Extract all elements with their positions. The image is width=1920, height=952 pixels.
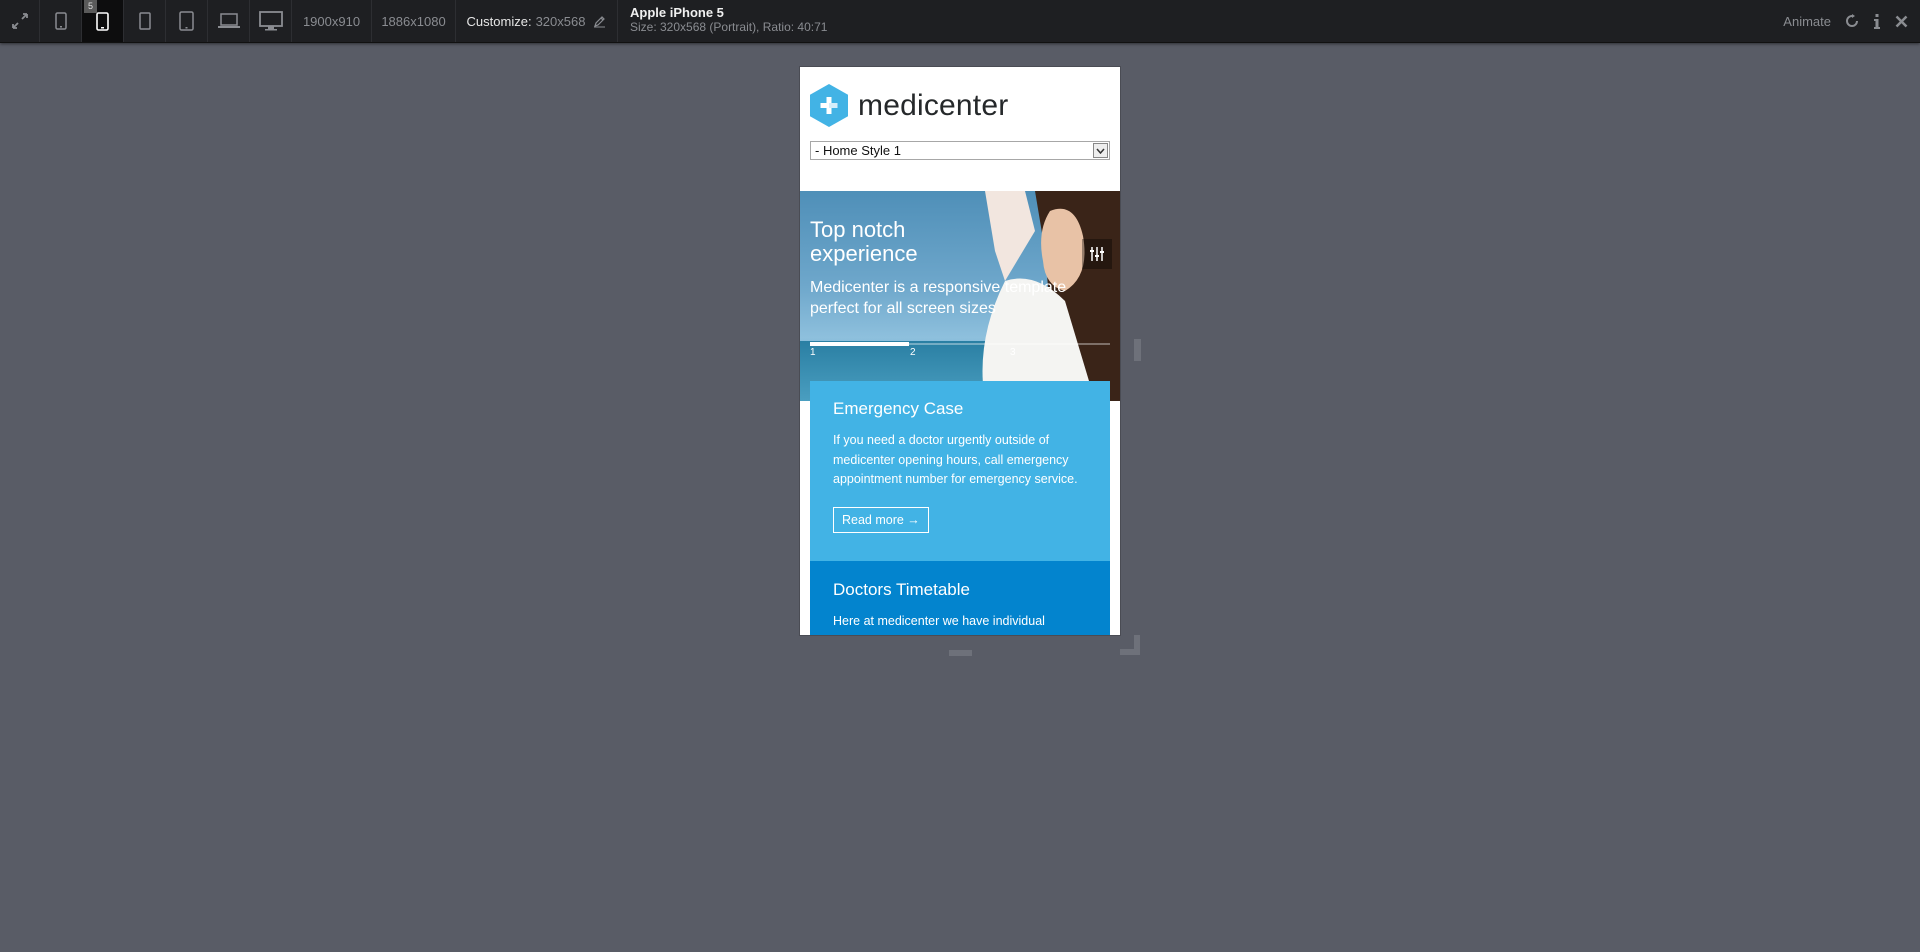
resolution-label: 1900x910 [302,13,361,29]
slide-subtitle: Medicenter is a responsive template perf… [810,279,1067,317]
sliders-icon [1090,247,1104,261]
pencil-icon[interactable] [593,15,606,28]
rotate-icon[interactable] [1845,14,1859,28]
fullscreen-button[interactable] [0,0,40,42]
resolution-1900x910[interactable]: 1900x910 [292,0,372,42]
emergency-case-box: Emergency Case If you need a doctor urge… [810,381,1110,561]
device-info: Apple iPhone 5 Size: 320x568 (Portrait),… [630,5,827,35]
resolution-label: 1886x1080 [381,13,446,29]
resize-handle-bottom[interactable] [949,650,972,656]
customize-size[interactable]: Customize: 320x568 [456,0,618,42]
resolution-1886x1080[interactable]: 1886x1080 [372,0,456,42]
chevron-down-icon [1093,143,1108,158]
slider-controls-button[interactable] [1082,239,1112,269]
slide-nav-1[interactable]: 1 [810,347,816,358]
info-icon[interactable] [1873,13,1881,29]
device-name: Apple iPhone 5 [630,5,724,20]
customize-value: 320x568 [535,13,586,29]
device-viewport: medicenter - Home Style 1 Top notch expe… [800,67,1120,635]
mobile-menu-select[interactable]: - Home Style 1 [810,141,1110,160]
close-icon[interactable] [1895,15,1908,28]
responsive-toolbar: 5 1900x910 1886x1080 Customize: 320x568 … [0,0,1920,43]
emergency-case-text: If you need a doctor urgently outside of… [833,433,1078,486]
slide-nav-2[interactable]: 2 [910,347,916,358]
menu-selected-value: - Home Style 1 [815,143,901,158]
device-tablet-button[interactable] [166,0,208,42]
slide-title: Top notch experience [810,217,918,266]
device-count-badge: 5 [84,0,97,13]
resize-handle-right[interactable] [1134,339,1141,361]
doctors-timetable-text: Here at medicenter we have individual [833,614,1045,628]
device-phone-small-button[interactable] [40,0,82,42]
phone-icon [96,11,109,31]
resize-handle-corner[interactable] [1120,635,1140,655]
device-desktop-button[interactable] [250,0,292,42]
customize-label: Customize: [466,13,532,29]
slide-nav-3[interactable]: 3 [1010,347,1016,358]
toolbar-right: Animate [1783,0,1908,42]
animate-toggle[interactable]: Animate [1783,14,1831,29]
read-more-button[interactable]: Read more → [833,507,929,533]
hero-slider[interactable]: Top notch experience Medicenter is a res… [800,191,1120,401]
device-phone-tall-button[interactable] [124,0,166,42]
device-laptop-button[interactable] [208,0,250,42]
phone-small-icon [54,12,67,30]
expand-arrows-icon [11,13,28,29]
device-size: Size: 320x568 (Portrait), Ratio: 40:71 [630,20,828,34]
emergency-case-title: Emergency Case [833,399,964,418]
device-phone-button[interactable]: 5 [82,0,124,42]
phone-tall-icon [138,12,151,30]
desktop-icon [258,11,283,31]
site-logo[interactable]: medicenter [810,84,1008,127]
slide-progress-fill [810,342,909,346]
laptop-icon [217,13,240,28]
medical-cross-logo-icon [810,84,848,127]
doctors-timetable-title: Doctors Timetable [833,580,970,599]
logo-text: medicenter [858,88,1009,122]
tablet-icon [179,11,194,31]
doctors-timetable-box: Doctors Timetable Here at medicenter we … [810,561,1110,635]
